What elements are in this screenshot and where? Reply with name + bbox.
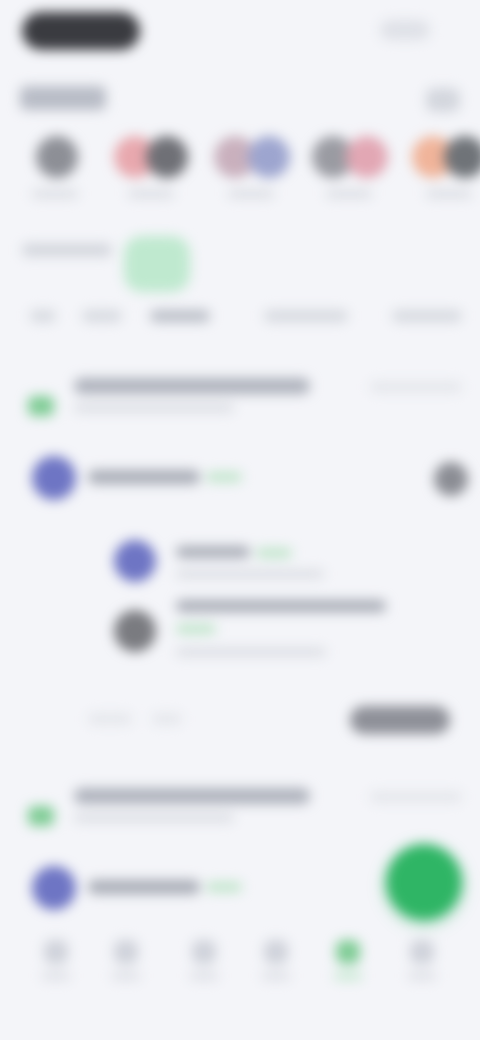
post-subtitle	[74, 814, 234, 822]
story-caption	[228, 190, 274, 198]
post-meta	[370, 382, 462, 392]
nav-explore-icon[interactable]	[182, 932, 226, 986]
menu-icon[interactable]	[426, 88, 460, 112]
more-icon[interactable]	[434, 462, 468, 496]
filter-chip[interactable]	[124, 236, 190, 292]
tab-2[interactable]	[82, 310, 122, 322]
author-badge	[206, 472, 242, 482]
like-action[interactable]	[88, 714, 132, 724]
section-title	[20, 86, 106, 110]
reply-name	[176, 546, 250, 558]
avatar	[444, 136, 480, 178]
post-type-icon	[28, 806, 54, 826]
tabs-row	[20, 300, 480, 336]
reply-text	[176, 648, 326, 656]
nav-bell-icon[interactable]	[254, 932, 298, 986]
reply-text	[176, 570, 324, 578]
avatar	[146, 136, 188, 178]
story-item[interactable]	[110, 136, 200, 206]
reply-action[interactable]	[152, 714, 182, 724]
story-item[interactable]	[210, 136, 300, 206]
compose-fab[interactable]	[386, 844, 462, 920]
reply-badge	[256, 548, 292, 558]
post-type-icon	[28, 396, 54, 416]
post-meta	[370, 792, 462, 802]
reply-name	[176, 600, 386, 612]
nav-chat-icon[interactable]	[104, 932, 148, 986]
top-pill[interactable]	[22, 12, 140, 50]
avatar[interactable]	[114, 610, 156, 652]
story-caption	[128, 190, 174, 198]
story-item[interactable]	[308, 136, 398, 206]
post-subtitle	[74, 404, 234, 412]
story-caption	[426, 190, 472, 198]
nav-active-icon[interactable]	[326, 932, 370, 986]
author-name	[88, 880, 200, 894]
author-name	[88, 470, 200, 484]
story-caption	[32, 190, 78, 198]
tab-3[interactable]	[150, 310, 210, 322]
nav-profile-icon[interactable]	[400, 932, 444, 986]
tab-4[interactable]	[264, 310, 348, 322]
blurred-screen	[0, 0, 480, 1040]
story-caption	[326, 190, 372, 198]
tab-1[interactable]	[30, 310, 56, 322]
avatar	[248, 136, 290, 178]
avatar	[36, 136, 78, 178]
tab-5[interactable]	[392, 310, 462, 322]
author-badge	[206, 882, 242, 892]
avatar[interactable]	[32, 456, 76, 500]
post-title[interactable]	[74, 378, 310, 394]
avatar[interactable]	[114, 540, 156, 582]
post-title[interactable]	[74, 788, 310, 804]
reply-badge	[176, 624, 216, 634]
story-item[interactable]	[14, 136, 104, 206]
top-right-control[interactable]	[380, 20, 430, 40]
view-button[interactable]	[350, 706, 450, 734]
avatar[interactable]	[32, 866, 76, 910]
story-item[interactable]	[408, 136, 480, 206]
filter-label	[22, 244, 112, 256]
avatar	[346, 136, 388, 178]
nav-home-icon[interactable]	[34, 932, 78, 986]
